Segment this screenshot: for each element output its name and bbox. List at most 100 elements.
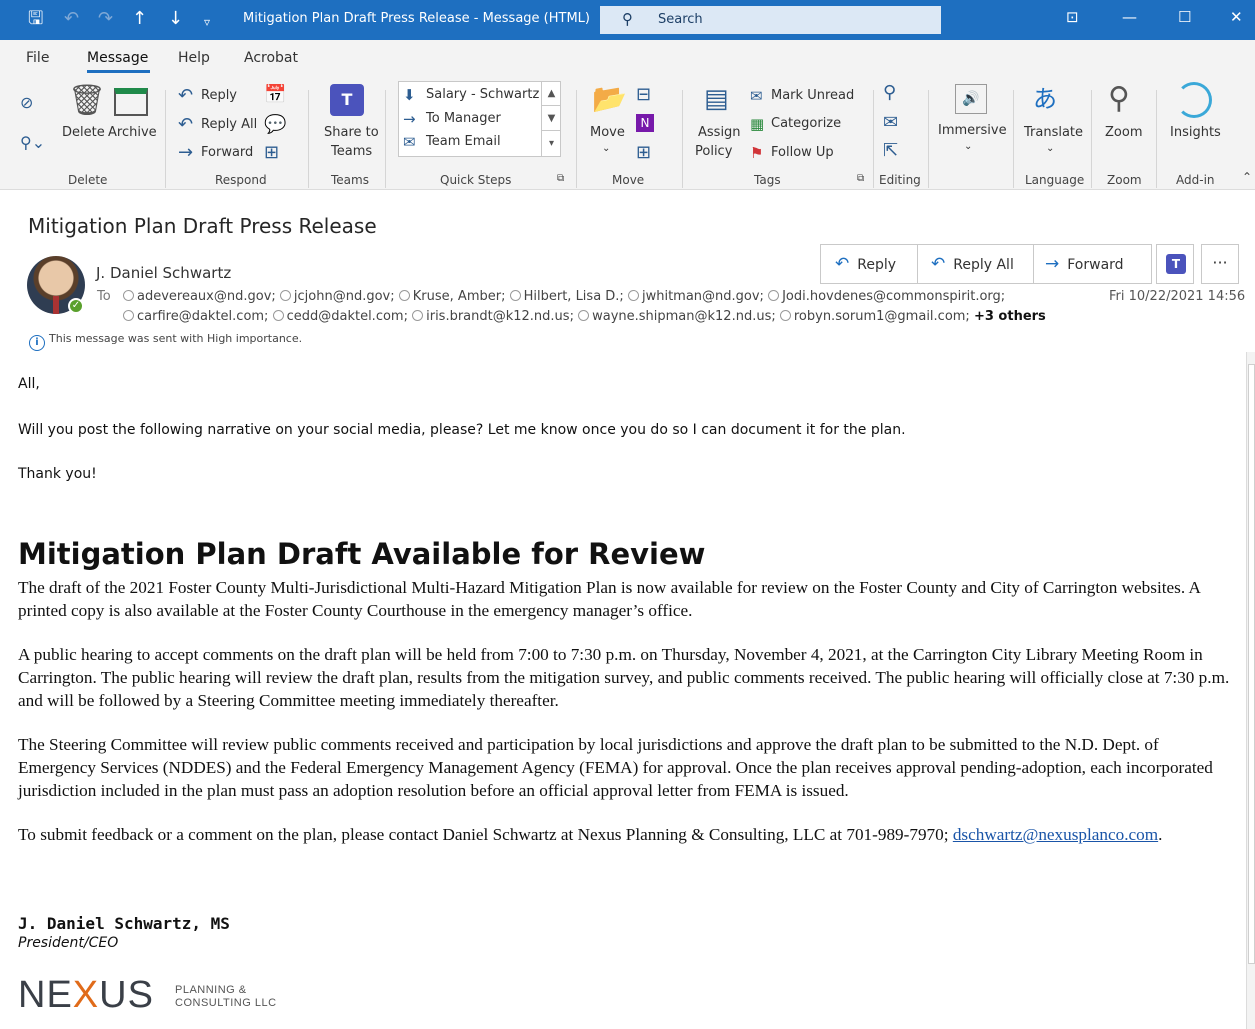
paragraph-1: The draft of the 2021 Foster County Mult… (18, 578, 1200, 620)
assign-policy-line1[interactable]: Assign (698, 125, 741, 140)
recipient[interactable]: adevereaux@nd.gov; (123, 289, 276, 304)
customize-toolbar-icon[interactable]: ▿ (204, 11, 210, 33)
recipient[interactable]: jwhitman@nd.gov; (628, 289, 764, 304)
select-icon[interactable]: ⇱ (883, 142, 898, 160)
maximize-icon[interactable]: ☐ (1178, 8, 1191, 26)
archive-button[interactable]: Archive (108, 125, 157, 140)
collapse-ribbon-icon[interactable]: ⌃ (1242, 170, 1252, 184)
recipient[interactable]: jcjohn@nd.gov; (280, 289, 395, 304)
tab-help[interactable]: Help (178, 50, 210, 66)
tags-dialog-launcher-icon[interactable]: ⧉ (857, 173, 864, 184)
signature-title: President/CEO (18, 935, 119, 951)
quick-step-salary[interactable]: Salary - Schwartz (426, 87, 539, 102)
importance-text: This message was sent with High importan… (49, 332, 303, 345)
insights-button[interactable]: Insights (1170, 125, 1221, 140)
im-icon[interactable]: 💬 (264, 116, 286, 134)
tab-acrobat[interactable]: Acrobat (244, 50, 298, 66)
quick-step-team-email[interactable]: Team Email (426, 134, 501, 149)
quick-step-to-manager[interactable]: To Manager (426, 111, 501, 126)
scrollbar-thumb[interactable] (1248, 364, 1255, 964)
scroll-down-icon[interactable]: ▼ (542, 106, 561, 131)
ribbon-separator (1091, 90, 1092, 188)
expand-gallery-icon[interactable]: ▾ (542, 131, 561, 156)
sender-name[interactable]: J. Daniel Schwartz (96, 264, 231, 282)
forward-icon: → (178, 142, 194, 163)
group-label-quick-steps: Quick Steps (440, 173, 512, 187)
immersive-reader-button[interactable]: Immersive (938, 123, 1007, 138)
recipient[interactable]: cedd@daktel.com; (273, 309, 408, 324)
ribbon-separator (873, 90, 874, 188)
insights-icon (1176, 82, 1212, 118)
translate-button[interactable]: Translate (1024, 125, 1083, 140)
assign-policy-line2[interactable]: Policy (695, 144, 732, 159)
delete-button[interactable]: Delete (62, 125, 105, 140)
recipient[interactable]: Jodi.hovdenes@commonspirit.org; (768, 289, 1005, 304)
zoom-button[interactable]: Zoom (1105, 125, 1142, 140)
more-recipients-link[interactable]: +3 others (974, 309, 1046, 324)
reply-all-button[interactable]: Reply All (201, 117, 257, 132)
dialog-launcher-icon[interactable]: ⧉ (557, 173, 564, 184)
redo-icon[interactable]: ↷ (98, 8, 113, 30)
reply-all-action-button[interactable]: ↶ Reply All (931, 245, 1014, 283)
chevron-down-icon[interactable]: ⌄ (1046, 143, 1054, 154)
ribbon-display-icon[interactable]: ⊡ (1066, 8, 1079, 26)
forward-action-button[interactable]: → Forward (1045, 245, 1124, 283)
save-icon[interactable]: 🖫 (28, 8, 43, 30)
ignore-icon[interactable]: ⊘ (20, 94, 33, 112)
chevron-down-icon[interactable]: ⌄ (602, 143, 610, 154)
more-respond-icon[interactable]: ⊞ (264, 144, 279, 162)
company-logo: NEXUS PLANNING & CONSULTING LLC (18, 974, 288, 1018)
forward-button[interactable]: Forward (201, 145, 253, 160)
recipient[interactable]: Hilbert, Lisa D.; (510, 289, 624, 304)
onenote-icon[interactable]: N (636, 114, 654, 132)
chevron-down-icon[interactable]: ⌄ (964, 141, 972, 152)
undo-icon[interactable]: ↶ (64, 8, 79, 30)
reply-button[interactable]: Reply (201, 88, 237, 103)
move-button[interactable]: Move (590, 125, 625, 140)
ribbon-separator (682, 90, 683, 188)
vertical-scrollbar[interactable] (1246, 352, 1255, 1029)
rules-icon[interactable]: ⊟ (636, 86, 651, 104)
search-box[interactable]: ⚲ Search (600, 6, 941, 34)
close-icon[interactable]: ✕ (1230, 8, 1243, 26)
categorize-button[interactable]: Categorize (771, 116, 841, 131)
group-label-teams: Teams (331, 173, 369, 187)
recipient[interactable]: Kruse, Amber; (399, 289, 506, 304)
reply-action-button[interactable]: ↶ Reply (835, 245, 896, 283)
junk-icon[interactable]: ⚲⌄ (20, 134, 45, 152)
follow-up-button[interactable]: Follow Up (771, 145, 834, 160)
tab-file[interactable]: File (26, 50, 49, 66)
more-actions-button[interactable]: ··· (1201, 244, 1239, 284)
search-placeholder: Search (658, 12, 703, 27)
recipient[interactable]: carfire@daktel.com; (123, 309, 268, 324)
message-subject: Mitigation Plan Draft Press Release (28, 214, 377, 238)
to-label: To (97, 289, 111, 304)
mark-unread-button[interactable]: Mark Unread (771, 88, 854, 103)
meeting-icon[interactable]: 📅 (264, 86, 286, 104)
quick-steps-scroller[interactable]: ▲ ▼ ▾ (541, 81, 561, 157)
forward-action-label: Forward (1067, 257, 1124, 273)
recipient[interactable]: wayne.shipman@k12.nd.us; (578, 309, 776, 324)
flag-icon: ⚑ (750, 144, 764, 162)
recipient[interactable]: robyn.sorum1@gmail.com; (780, 309, 970, 324)
next-item-icon[interactable]: ↓ (168, 8, 183, 30)
reply-icon: ↶ (835, 254, 850, 274)
recipients-line-2: carfire@daktel.com; cedd@daktel.com; iri… (123, 309, 1046, 324)
reply-all-action-label: Reply All (953, 257, 1014, 273)
tab-message[interactable]: Message (87, 50, 148, 66)
ribbon-separator (1156, 90, 1157, 188)
teams-icon: T (1166, 254, 1186, 274)
paragraph-3: The Steering Committee will review publi… (18, 735, 1213, 800)
scroll-up-icon[interactable]: ▲ (542, 81, 561, 106)
previous-item-icon[interactable]: ↑ (132, 8, 147, 30)
share-to-teams-line2[interactable]: Teams (331, 144, 372, 159)
find-icon[interactable]: ⚲ (883, 84, 896, 102)
actions-icon[interactable]: ⊞ (636, 144, 651, 162)
categorize-icon: ▦ (750, 115, 765, 133)
email-link[interactable]: dschwartz@nexusplanco.com (953, 825, 1158, 844)
related-icon[interactable]: ✉ (883, 114, 898, 132)
recipient[interactable]: iris.brandt@k12.nd.us; (412, 309, 574, 324)
share-to-teams-line1[interactable]: Share to (324, 125, 379, 140)
teams-chat-button[interactable]: T (1156, 244, 1194, 284)
minimize-icon[interactable]: — (1122, 8, 1137, 26)
